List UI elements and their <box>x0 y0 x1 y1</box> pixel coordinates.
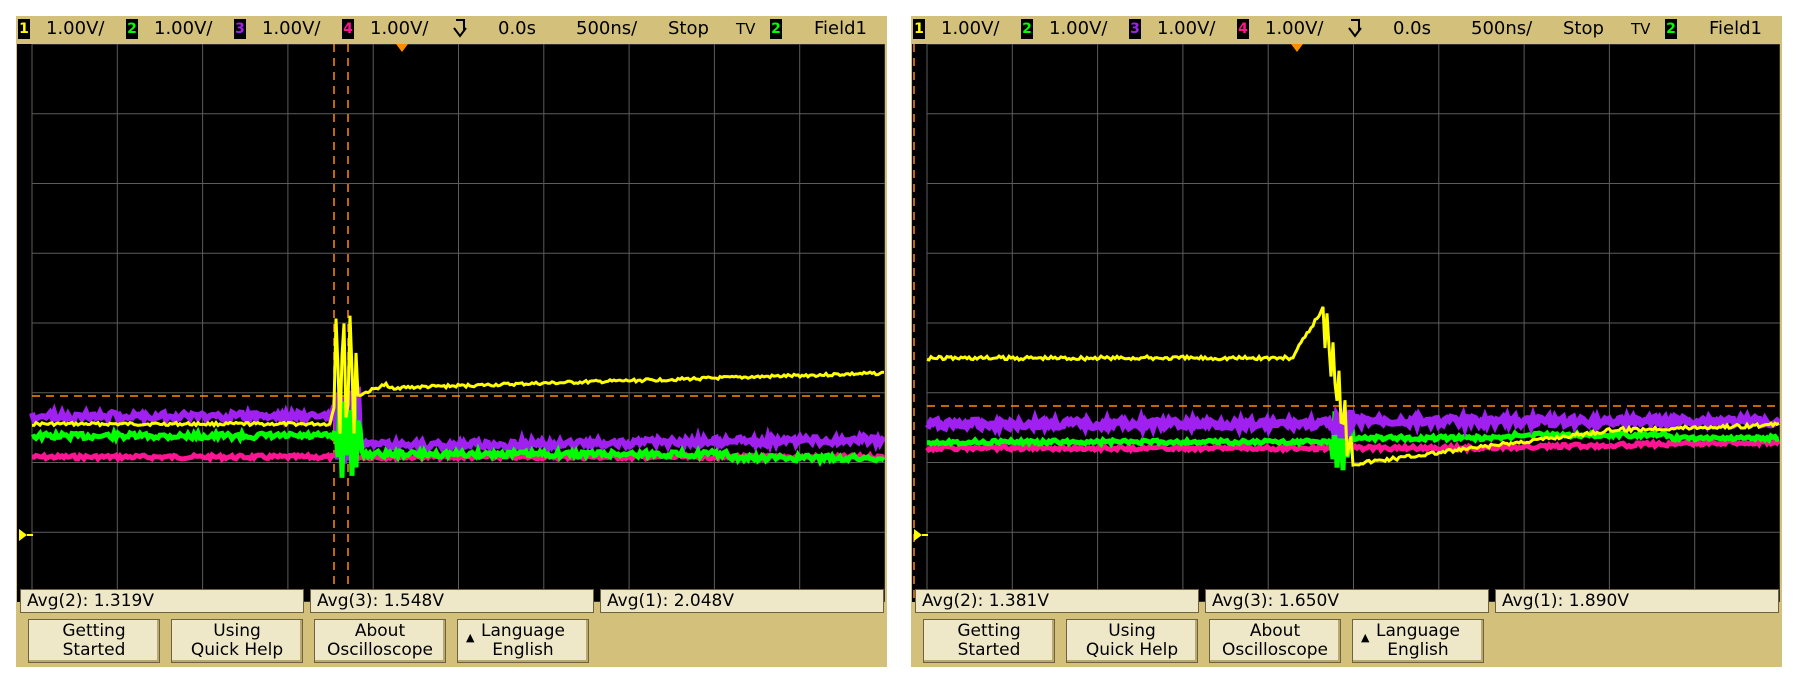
measurement-avg-ch1[interactable]: Avg(1): 1.890V <box>1495 589 1779 613</box>
oscilloscope-display-left: 1 1.00V/ 2 1.00V/ 3 1.00V/ 4 1.00V/ 0.0s… <box>16 16 887 667</box>
time-scale: 500ns/ <box>576 18 638 39</box>
trigger-source-badge: 2 <box>770 19 782 39</box>
graticule <box>926 44 1780 602</box>
channel-3-scale: 1.00V/ <box>262 18 321 39</box>
graticule <box>31 44 885 602</box>
channel-2-badge[interactable]: 2 <box>1021 19 1033 39</box>
using-quick-help-button[interactable]: Using Quick Help <box>1066 619 1198 663</box>
ground-marker-icon <box>19 529 33 541</box>
oscilloscope-display-right: 1 1.00V/ 2 1.00V/ 3 1.00V/ 4 1.00V/ 0.0s… <box>911 16 1782 667</box>
getting-started-button[interactable]: Getting Started <box>923 619 1055 663</box>
channel-1-badge[interactable]: 1 <box>18 19 30 39</box>
channel-2-scale: 1.00V/ <box>1049 18 1108 39</box>
channel-4-badge[interactable]: 4 <box>342 19 354 39</box>
about-oscilloscope-button[interactable]: About Oscilloscope <box>1209 619 1341 663</box>
channel-4-scale: 1.00V/ <box>1265 18 1324 39</box>
run-state: Stop <box>668 18 709 39</box>
measurement-avg-ch3[interactable]: Avg(3): 1.548V <box>310 589 594 613</box>
waveform-plot <box>913 44 1780 602</box>
trigger-mode: TV <box>1631 20 1651 38</box>
waveform-screen[interactable] <box>912 44 1780 602</box>
channel-1-scale: 1.00V/ <box>941 18 1000 39</box>
language-button[interactable]: ▲ Language English <box>1352 619 1484 663</box>
channel-1-scale: 1.00V/ <box>46 18 105 39</box>
trigger-field: Field1 <box>1709 18 1762 39</box>
trigger-arrow-icon <box>452 16 468 43</box>
waveform-screen[interactable] <box>17 44 885 602</box>
channel-4-scale: 1.00V/ <box>370 18 429 39</box>
measurement-avg-ch3[interactable]: Avg(3): 1.650V <box>1205 589 1489 613</box>
channel-3-badge[interactable]: 3 <box>1129 19 1141 39</box>
run-state: Stop <box>1563 18 1604 39</box>
ground-marker-icon <box>914 529 928 541</box>
channel-4-badge[interactable]: 4 <box>1237 19 1249 39</box>
trigger-position-icon <box>1291 44 1303 52</box>
language-button[interactable]: ▲ Language English <box>457 619 589 663</box>
trigger-source-badge: 2 <box>1665 19 1677 39</box>
trigger-position-icon <box>396 44 408 52</box>
time-offset: 0.0s <box>498 18 537 39</box>
measurement-avg-ch1[interactable]: Avg(1): 2.048V <box>600 589 884 613</box>
time-offset: 0.0s <box>1393 18 1432 39</box>
using-quick-help-button[interactable]: Using Quick Help <box>171 619 303 663</box>
channel-2-badge[interactable]: 2 <box>126 19 138 39</box>
up-triangle-icon: ▲ <box>1361 631 1370 644</box>
trigger-arrow-icon <box>1347 16 1363 43</box>
status-bar: 1 1.00V/ 2 1.00V/ 3 1.00V/ 4 1.00V/ 0.0s… <box>16 16 887 44</box>
time-scale: 500ns/ <box>1471 18 1533 39</box>
measurement-avg-ch2[interactable]: Avg(2): 1.381V <box>915 589 1199 613</box>
status-bar: 1 1.00V/ 2 1.00V/ 3 1.00V/ 4 1.00V/ 0.0s… <box>911 16 1782 44</box>
about-oscilloscope-button[interactable]: About Oscilloscope <box>314 619 446 663</box>
channel-2-scale: 1.00V/ <box>154 18 213 39</box>
trigger-mode: TV <box>736 20 756 38</box>
trigger-field: Field1 <box>814 18 867 39</box>
channel-3-scale: 1.00V/ <box>1157 18 1216 39</box>
getting-started-button[interactable]: Getting Started <box>28 619 160 663</box>
measurement-avg-ch2[interactable]: Avg(2): 1.319V <box>20 589 304 613</box>
channel-3-badge[interactable]: 3 <box>234 19 246 39</box>
waveform-plot <box>19 44 885 602</box>
up-triangle-icon: ▲ <box>466 631 475 644</box>
channel-1-badge[interactable]: 1 <box>913 19 925 39</box>
